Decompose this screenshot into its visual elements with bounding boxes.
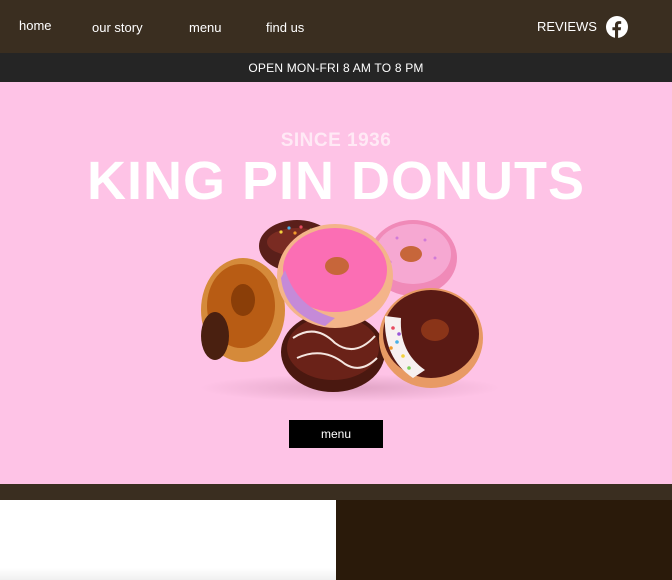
donut-pile-image: [200, 220, 500, 402]
nav-menu-link[interactable]: menu: [189, 20, 222, 35]
nav-find-us-link[interactable]: find us: [266, 20, 304, 35]
opening-hours-text: OPEN MON-FRI 8 AM TO 8 PM: [248, 60, 424, 75]
hero-section: SINCE 1936 KING PIN DONUTS menu: [0, 82, 672, 484]
nav-reviews-link[interactable]: REVIEWS: [537, 19, 597, 34]
nav-home-link[interactable]: home: [19, 18, 52, 33]
hero-menu-button[interactable]: menu: [289, 420, 383, 448]
top-navbar: home our story menu find us REVIEWS: [0, 0, 672, 53]
facebook-icon[interactable]: [606, 16, 628, 38]
since-year-text: SINCE 1936: [280, 130, 392, 151]
content-panel-left: [0, 500, 336, 580]
brand-title: KING PIN DONUTS: [86, 151, 586, 211]
content-panel-right: [336, 500, 672, 580]
opening-hours-bar: OPEN MON-FRI 8 AM TO 8 PM: [0, 53, 672, 82]
nav-our-story-link[interactable]: our story: [92, 20, 143, 35]
section-divider: [0, 484, 672, 500]
